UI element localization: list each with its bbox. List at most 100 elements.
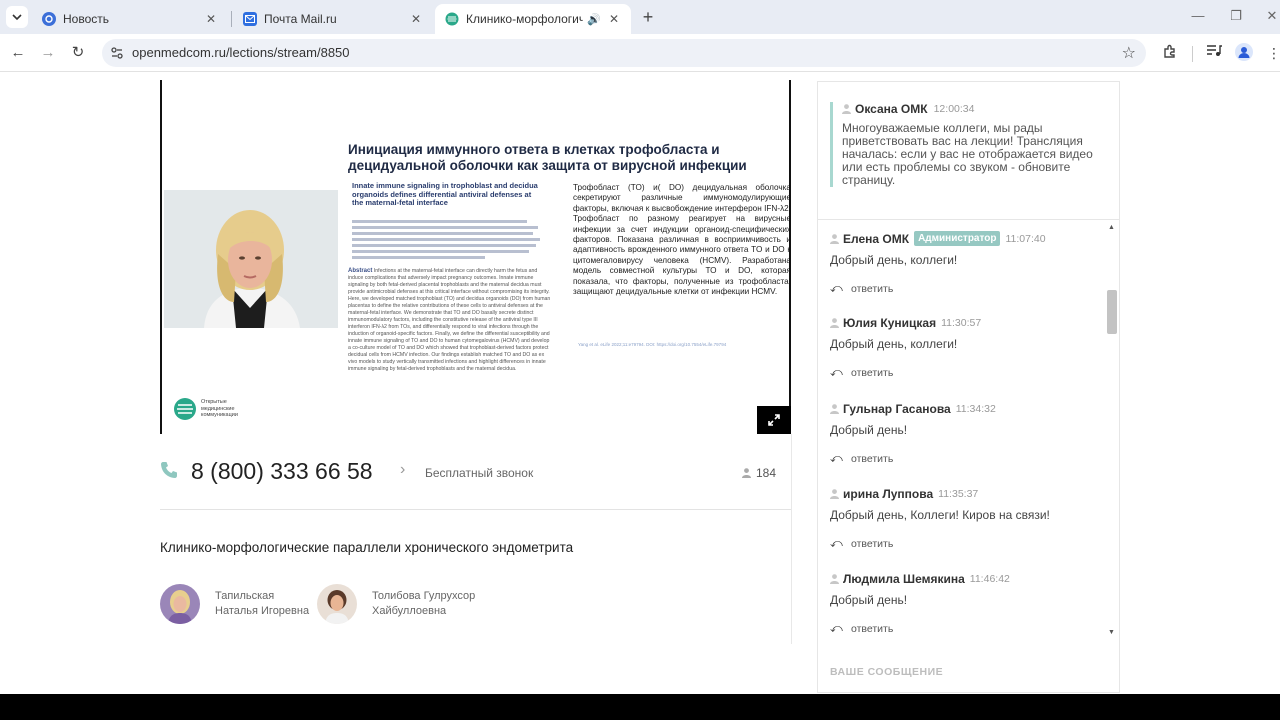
free-call-label[interactable]: Бесплатный звонок	[425, 466, 533, 480]
reply-label[interactable]: ответить	[851, 538, 893, 550]
scroll-down-arrow-icon[interactable]: ▼	[1108, 629, 1115, 636]
reply-button[interactable]: ⤺ ответить	[830, 621, 1100, 636]
paper-heading: Innate immune signaling in trophoblast a…	[352, 181, 538, 207]
openmedcom-favicon-icon	[445, 12, 459, 26]
scroll-up-arrow-icon[interactable]: ▲	[1108, 224, 1115, 231]
openmedcom-logo: Открытые медицинские коммуникации	[174, 398, 249, 420]
message-input-label[interactable]: ВАШЕ СООБЩЕНИЕ	[830, 666, 943, 678]
reply-button[interactable]: ⤺ ответить	[830, 281, 1100, 296]
chat-message: Елена ОМК Администратор 11:07:40 Добрый …	[830, 231, 1100, 296]
toolbar-separator	[1192, 46, 1193, 62]
maximize-button[interactable]: ❐	[1226, 8, 1246, 26]
message-text: Добрый день!	[830, 423, 908, 437]
tab-label: Новость	[63, 12, 110, 26]
lecture-title: Клинико-морфологические параллели хронич…	[160, 540, 574, 555]
viewers-counter: 184	[742, 466, 776, 480]
reply-arrow-icon: ⤺	[830, 281, 843, 295]
chat-message: ирина Луппова 11:35:37 Добрый день, Колл…	[830, 487, 1100, 551]
slide-title: Инициация иммунного ответа в клетках тро…	[348, 142, 747, 173]
reply-arrow-icon: ⤺	[830, 536, 843, 550]
chat-panel: Оксана ОМК 12:00:34 Многоуважаемые колле…	[817, 81, 1120, 693]
reply-label[interactable]: ответить	[851, 367, 893, 379]
expand-icon	[768, 414, 780, 426]
chevron-right-icon: ›	[400, 461, 406, 478]
reply-button[interactable]: ⤺ ответить	[830, 365, 1100, 380]
minimize-button[interactable]: —	[1188, 8, 1208, 26]
close-icon[interactable]: ✕	[607, 12, 621, 26]
chat-message: Гульнар Гасанова 11:34:32 Добрый день! ⤺…	[830, 402, 1100, 466]
author-name[interactable]: Тапильская Наталья Игоревна	[215, 589, 309, 619]
video-player[interactable]: Инициация иммунного ответа в клетках тро…	[160, 80, 791, 434]
message-text: Добрый день!	[830, 593, 908, 607]
reply-button[interactable]: ⤺ ответить	[830, 451, 1100, 466]
reply-button[interactable]: ⤺ ответить	[830, 536, 1100, 551]
tab-news[interactable]: Новость ✕	[32, 4, 228, 34]
user-icon	[830, 318, 839, 328]
user-icon	[830, 404, 839, 414]
abstract-label: Abstract	[348, 268, 373, 274]
author-name-line: Наталья Игоревна	[215, 605, 310, 617]
tab-label: Клинико-морфологическ	[466, 12, 584, 26]
profile-avatar-icon[interactable]	[1234, 43, 1254, 63]
speaker-icon[interactable]: 🔊	[587, 13, 601, 26]
message-time: 11:30:57	[941, 317, 982, 329]
media-controls-icon[interactable]	[1204, 43, 1224, 63]
logo-text: Открытые медицинские коммуникации	[201, 399, 238, 419]
phone-number[interactable]: 8 (800) 333 66 58	[191, 458, 373, 485]
avatar[interactable]	[160, 584, 200, 624]
tab-search-button[interactable]	[6, 6, 28, 28]
column-divider	[791, 434, 792, 644]
url-text[interactable]: openmedcom.ru/lections/stream/8850	[132, 45, 350, 60]
paper-authors-block	[352, 220, 542, 262]
forward-arrow-icon[interactable]: →	[38, 43, 58, 63]
reload-icon[interactable]: ↻	[68, 43, 88, 63]
message-time: 11:46:42	[969, 573, 1010, 585]
message-time: 11:35:37	[938, 488, 979, 500]
browser-toolbar: ← → ↻ openmedcom.ru/lections/stream/8850…	[0, 34, 1280, 72]
tab-separator	[231, 11, 232, 27]
chevron-down-icon	[12, 14, 22, 21]
message-author: Гульнар Гасанова	[843, 402, 951, 416]
close-icon[interactable]: ✕	[204, 12, 218, 26]
reply-arrow-icon: ⤺	[830, 621, 843, 635]
close-window-button[interactable]: ✕	[1262, 8, 1280, 26]
user-icon	[842, 104, 851, 114]
content-divider	[160, 509, 791, 510]
back-arrow-icon[interactable]: ←	[8, 43, 28, 63]
message-text: Добрый день, коллеги!	[830, 337, 958, 351]
fullscreen-button[interactable]	[757, 406, 791, 434]
user-icon	[830, 233, 839, 244]
author-card[interactable]: Толибова Гулрухсор Хайбуллоевна	[317, 584, 475, 624]
new-tab-button[interactable]: +	[638, 7, 658, 27]
abstract-text: Infections at the maternal-fetal interfa…	[348, 268, 551, 372]
reply-label[interactable]: ответить	[851, 623, 893, 635]
tab-mail[interactable]: Почта Mail.ru ✕	[233, 4, 433, 34]
scrollbar-thumb[interactable]	[1107, 290, 1117, 334]
taskbar-strip	[0, 694, 1280, 720]
message-time: 11:07:40	[1005, 232, 1046, 245]
bookmark-star-icon[interactable]: ☆	[1122, 43, 1136, 63]
browser-tab-bar: Новость ✕ Почта Mail.ru ✕ Клинико-морфол…	[0, 0, 1280, 34]
reply-label[interactable]: ответить	[851, 453, 893, 465]
speaker-video-feed	[164, 190, 338, 328]
reply-label[interactable]: ответить	[851, 283, 893, 295]
site-info-icon[interactable]	[110, 46, 124, 60]
message-author: ирина Луппова	[843, 487, 934, 501]
close-icon[interactable]: ✕	[409, 12, 423, 26]
address-bar[interactable]: openmedcom.ru/lections/stream/8850 ☆	[102, 39, 1146, 67]
viewers-count: 184	[756, 466, 777, 480]
author-card[interactable]: Тапильская Наталья Игоревна	[160, 584, 309, 624]
pinned-text: Многоуважаемые коллеги, мы рады приветст…	[842, 121, 1093, 187]
tab-lecture[interactable]: Клинико-морфологическ 🔊 ✕	[435, 4, 631, 34]
message-text: Добрый день, Коллеги! Киров на связи!	[830, 508, 1050, 522]
author-name[interactable]: Толибова Гулрухсор Хайбуллоевна	[372, 589, 475, 619]
author-name-line: Хайбуллоевна	[372, 605, 447, 617]
author-name-line: Тапильская	[215, 590, 275, 602]
message-author: Юлия Куницкая	[843, 316, 937, 330]
avatar[interactable]	[317, 584, 357, 624]
message-author: Елена ОМК	[843, 231, 910, 246]
pinned-message: Оксана ОМК 12:00:34 Многоуважаемые колле…	[830, 102, 1108, 187]
more-menu-icon[interactable]: ⋮	[1264, 43, 1280, 63]
extensions-icon[interactable]	[1160, 43, 1180, 63]
user-icon	[830, 574, 839, 584]
